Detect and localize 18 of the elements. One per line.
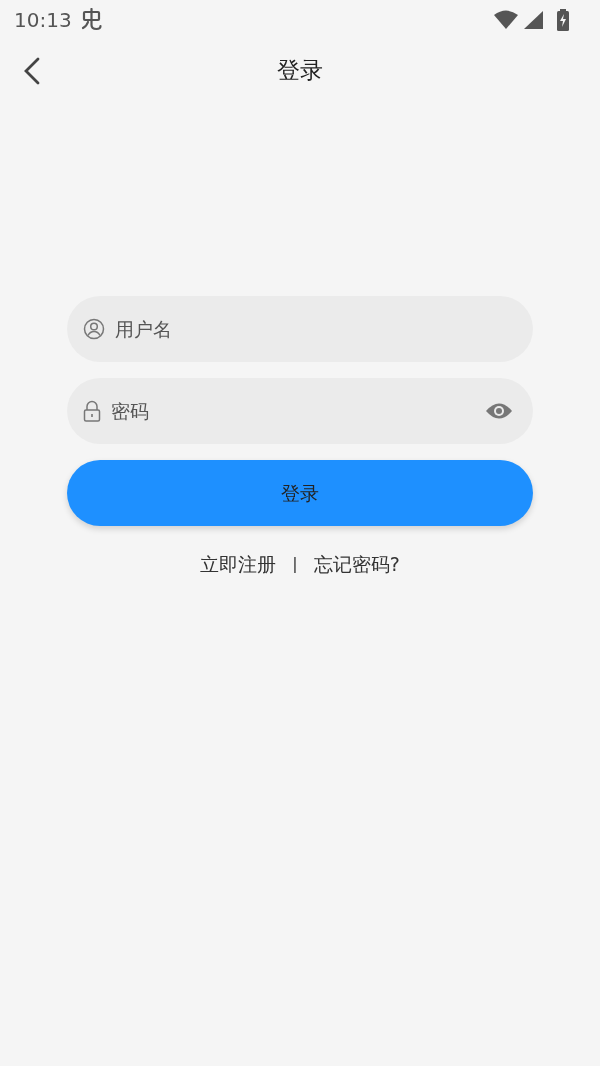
separator-text: | (292, 553, 298, 576)
signal-icon (522, 10, 544, 30)
text-link[interactable]: 忘记密码? (313, 550, 400, 579)
wifi-icon (494, 10, 518, 30)
user-icon (83, 318, 105, 340)
status-time: 10:13 (14, 7, 72, 34)
text-link[interactable]: 立即注册 (200, 550, 277, 579)
password-field[interactable]: 密码 (67, 378, 533, 444)
text-input[interactable]: 用户名 (113, 313, 513, 345)
text-input[interactable]: 密码 (109, 395, 477, 427)
page-title: 登录 (277, 55, 323, 85)
notification-icon (79, 8, 104, 32)
username-field[interactable]: 用户名 (67, 296, 533, 362)
show-password-icon[interactable] (485, 402, 513, 420)
lock-icon (83, 400, 101, 422)
battery-icon (556, 9, 570, 31)
login-button[interactable]: 登录 (67, 460, 533, 526)
back-icon (22, 56, 42, 86)
